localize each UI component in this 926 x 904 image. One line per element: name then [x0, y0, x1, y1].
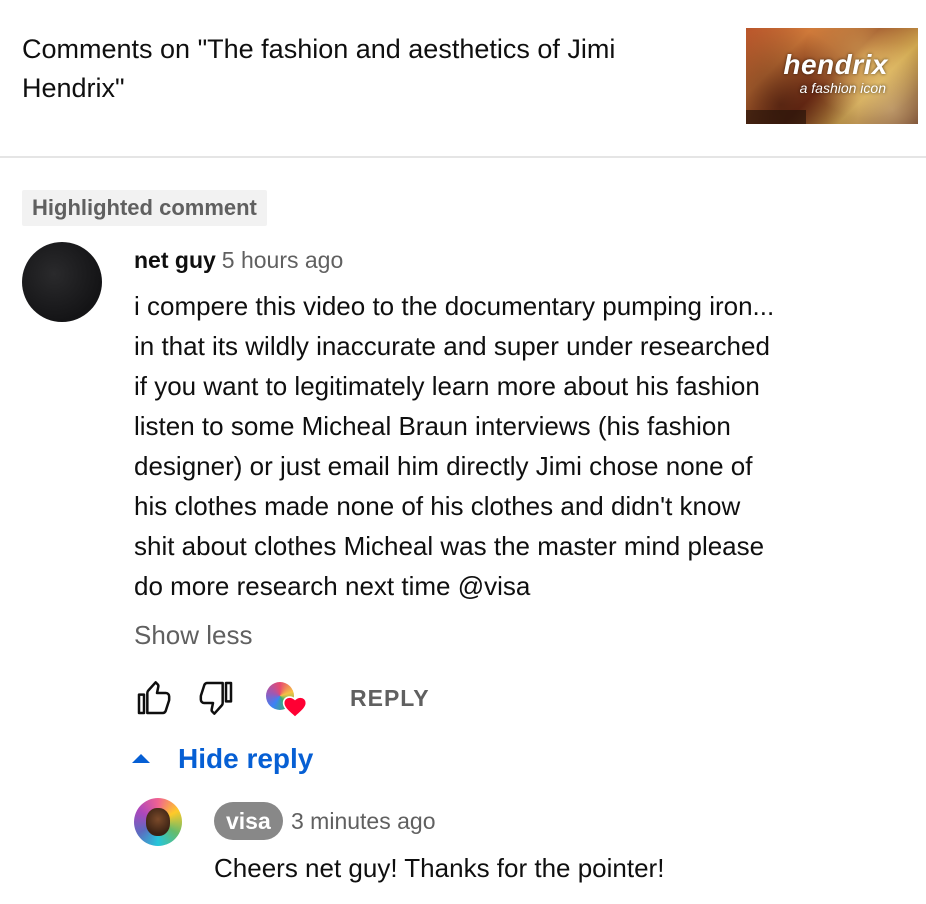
- comment-line: if you want to legitimately learn more a…: [134, 371, 760, 401]
- highlighted-comment-badge: Highlighted comment: [22, 190, 267, 226]
- comment-author-avatar[interactable]: [22, 242, 102, 322]
- video-thumbnail[interactable]: hendrix a fashion icon: [746, 28, 918, 124]
- comment-line: i compere this video to the documentary …: [134, 291, 775, 321]
- thumbs-up-icon: [137, 681, 171, 715]
- reply-author-chip[interactable]: visa: [214, 802, 283, 840]
- creator-heart-icon: [282, 696, 308, 718]
- caret-up-icon: [132, 754, 150, 763]
- thumbnail-strip: [746, 110, 806, 124]
- thumbs-down-icon: [199, 681, 233, 715]
- reply-body: Cheers net guy! Thanks for the pointer!: [214, 853, 665, 883]
- reply-timestamp[interactable]: 3 minutes ago: [291, 804, 435, 838]
- comments-title-line-2: Hendrix": [22, 73, 125, 103]
- comment-author-name[interactable]: net guy: [134, 247, 216, 273]
- thumbnail-title: hendrix: [783, 49, 888, 80]
- comments-title-line-1: Comments on "The fashion and aesthetics …: [22, 34, 616, 64]
- thumbnail-subtitle: a fashion icon: [799, 80, 886, 96]
- comment-line: shit about clothes Micheal was the maste…: [134, 531, 765, 561]
- like-button[interactable]: [134, 678, 174, 718]
- comment-line: do more research next time @visa: [134, 571, 531, 601]
- comment-line: designer) or just email him directly Jim…: [134, 451, 753, 481]
- comment-body: i compere this video to the documentary …: [134, 286, 834, 606]
- comment-line: his clothes made none of his clothes and…: [134, 491, 741, 521]
- reply-author-avatar[interactable]: [134, 798, 182, 846]
- comments-header: Comments on "The fashion and aesthetics …: [0, 0, 926, 158]
- dislike-button[interactable]: [196, 678, 236, 718]
- comment-timestamp[interactable]: 5 hours ago: [222, 247, 343, 273]
- comment-author-row: net guy 5 hours ago: [134, 244, 343, 276]
- hide-replies-label: Hide reply: [178, 743, 314, 774]
- comments-title: Comments on "The fashion and aesthetics …: [22, 30, 682, 108]
- comment-line: listen to some Micheal Braun interviews …: [134, 411, 731, 441]
- show-less-link[interactable]: Show less: [134, 618, 253, 652]
- creator-heart: [266, 682, 310, 720]
- reply-button[interactable]: REPLY: [350, 680, 430, 716]
- comment-line: in that its wildly inaccurate and super …: [134, 331, 770, 361]
